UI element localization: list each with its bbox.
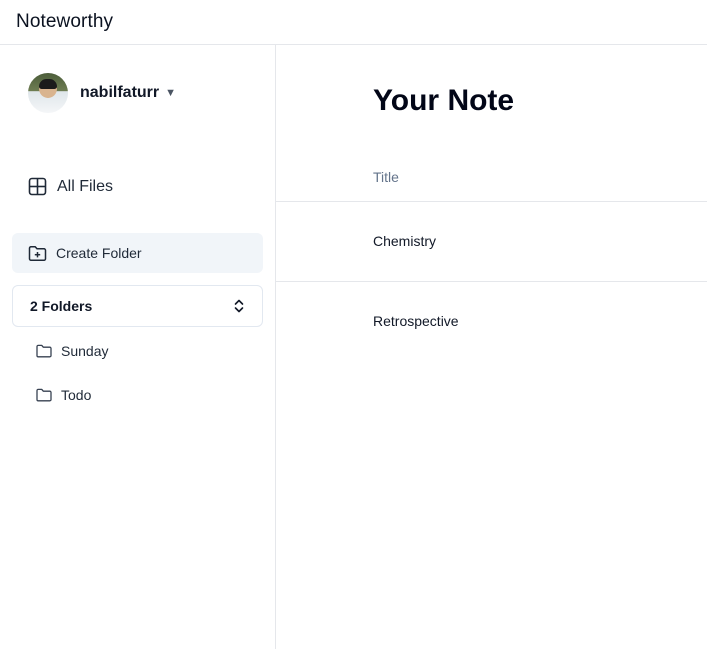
note-title: Retrospective [373,313,459,329]
table-row[interactable]: Chemistry [276,201,707,281]
table-row[interactable]: Retrospective [276,281,707,361]
app-title: Noteworthy [16,11,114,32]
sidebar: nabilfaturr ▼ All Files Create Folder 2 … [0,45,276,649]
page-title: Your Note [373,84,515,117]
app-window: Noteworthy nabilfaturr ▼ All Files Creat… [0,0,707,649]
notes-panel: Your Note Title Chemistry Retrospective [276,45,707,649]
note-title: Chemistry [373,233,437,249]
chevrons-up-down-icon [234,299,244,313]
create-folder-label: Create Folder [56,245,142,261]
folders-select[interactable]: 2 Folders [12,285,263,327]
avatar [28,73,68,113]
folder-item-todo[interactable]: Todo [36,387,91,403]
create-folder-button[interactable]: Create Folder [12,233,263,273]
folder-label: Todo [61,387,92,403]
folder-icon [36,388,52,402]
folders-count: 2 Folders [30,298,93,314]
all-files-link[interactable]: All Files [28,177,113,196]
all-files-label: All Files [57,177,114,195]
top-bar: Noteworthy [0,0,707,45]
caret-down-icon: ▼ [165,87,177,99]
folder-plus-icon [28,245,47,262]
folder-item-sunday[interactable]: Sunday [36,343,108,359]
column-header-title[interactable]: Title [373,169,399,185]
username: nabilfaturr [80,84,160,101]
grid-icon [28,177,47,196]
folder-icon [36,344,52,358]
user-menu[interactable]: nabilfaturr ▼ [28,73,176,113]
folder-label: Sunday [61,343,109,359]
